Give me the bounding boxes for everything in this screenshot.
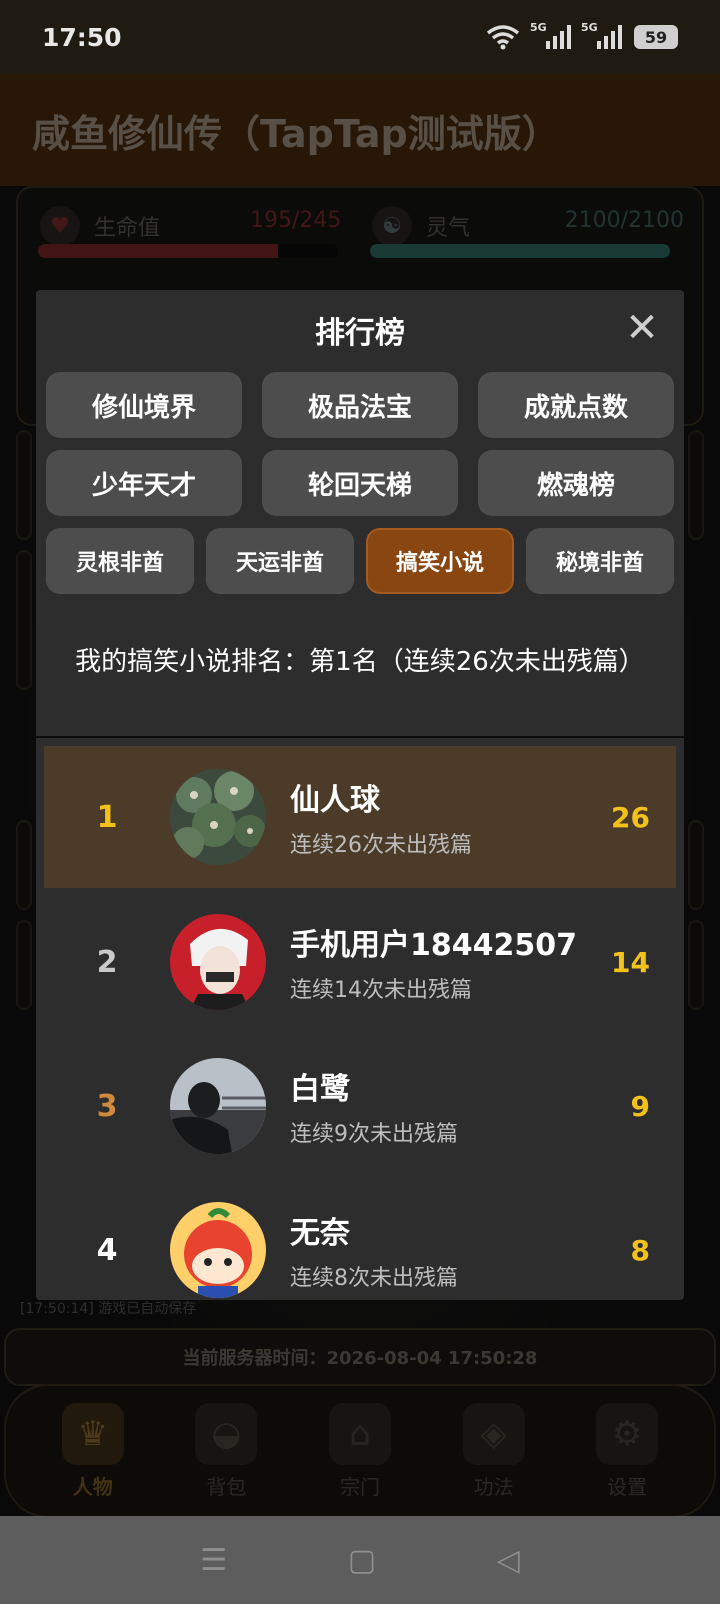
avatar [170, 769, 266, 865]
ranking-row[interactable]: 1 仙人球 连续26次未出残篇 26 [44, 746, 676, 888]
tab-fortune-unlucky[interactable]: 天运非酋 [206, 528, 354, 594]
tab-row-3: 灵根非酋 天运非酋 搞笑小说 秘境非酋 [46, 528, 674, 594]
ranking-row[interactable]: 3 白鹭 连续9次未出残篇 9 [44, 1034, 676, 1178]
my-rank-text: 我的搞笑小说排名：第1名（连续26次未出残篇） [75, 647, 645, 677]
avatar [170, 1202, 266, 1298]
tab-spirit-root-unlucky[interactable]: 灵根非酋 [46, 528, 194, 594]
rank-number: 4 [96, 1232, 118, 1268]
close-icon[interactable]: ✕ [622, 308, 662, 348]
entry-info: 无奈 连续8次未出残篇 [290, 1208, 676, 1292]
modal-header: 排行榜 ✕ [36, 290, 684, 370]
home-icon[interactable]: ▢ [348, 1543, 376, 1578]
tab-reincarnation-ladder[interactable]: 轮回天梯 [262, 450, 458, 516]
entry-detail: 连续8次未出残篇 [290, 1266, 458, 1291]
ranking-row[interactable]: 2 手机用户18442507 连续14次未出残篇 14 [44, 890, 676, 1034]
entry-score: 14 [611, 945, 650, 979]
cell-signal-1-icon: 5G [530, 21, 571, 49]
entry-score: 9 [630, 1089, 650, 1123]
menu-icon[interactable]: ☰ [200, 1543, 227, 1578]
battery-icon: 59 [634, 25, 678, 49]
status-bar: 17:50 5G 5G 59 [0, 0, 720, 74]
entry-detail: 连续9次未出残篇 [290, 1122, 458, 1147]
user-name: 无奈 [290, 1216, 350, 1251]
tab-treasure[interactable]: 极品法宝 [262, 372, 458, 438]
tab-row-1: 修仙境界 极品法宝 成就点数 [46, 372, 674, 438]
cell-signal-2-icon: 5G [581, 21, 622, 49]
status-icons: 5G 5G 59 [486, 21, 678, 50]
status-time: 17:50 [42, 22, 122, 52]
entry-score: 8 [630, 1233, 650, 1267]
ranking-list[interactable]: 1 仙人球 连续26次未出残篇 26 2 手机用户18442507 连续14次未… [44, 746, 676, 1300]
tab-funny-novel[interactable]: 搞笑小说 [366, 528, 514, 594]
entry-score: 26 [611, 800, 650, 834]
tab-row-2: 少年天才 轮回天梯 燃魂榜 [46, 450, 674, 516]
rank-number: 3 [96, 1088, 118, 1124]
divider [36, 736, 684, 738]
modal-title: 排行榜 [315, 316, 405, 351]
entry-info: 白鹭 连续9次未出残篇 [290, 1064, 676, 1148]
ranking-row[interactable]: 4 无奈 连续8次未出残篇 8 [44, 1178, 676, 1300]
leaderboard-modal: 排行榜 ✕ 修仙境界 极品法宝 成就点数 少年天才 轮回天梯 燃魂榜 灵根非酋 … [36, 290, 684, 1300]
tab-cultivation-realm[interactable]: 修仙境界 [46, 372, 242, 438]
tab-soul-burn[interactable]: 燃魂榜 [478, 450, 674, 516]
rank-number: 2 [96, 944, 118, 980]
avatar [170, 914, 266, 1010]
tab-achievement[interactable]: 成就点数 [478, 372, 674, 438]
tab-young-genius[interactable]: 少年天才 [46, 450, 242, 516]
system-nav-bar: ☰ ▢ ◁ [0, 1516, 720, 1604]
avatar [170, 1058, 266, 1154]
wifi-icon [486, 25, 520, 50]
back-icon[interactable]: ◁ [497, 1543, 520, 1578]
rank-number: 1 [96, 799, 118, 835]
user-name: 白鹭 [290, 1072, 350, 1107]
tab-secret-realm-unlucky[interactable]: 秘境非酋 [526, 528, 674, 594]
